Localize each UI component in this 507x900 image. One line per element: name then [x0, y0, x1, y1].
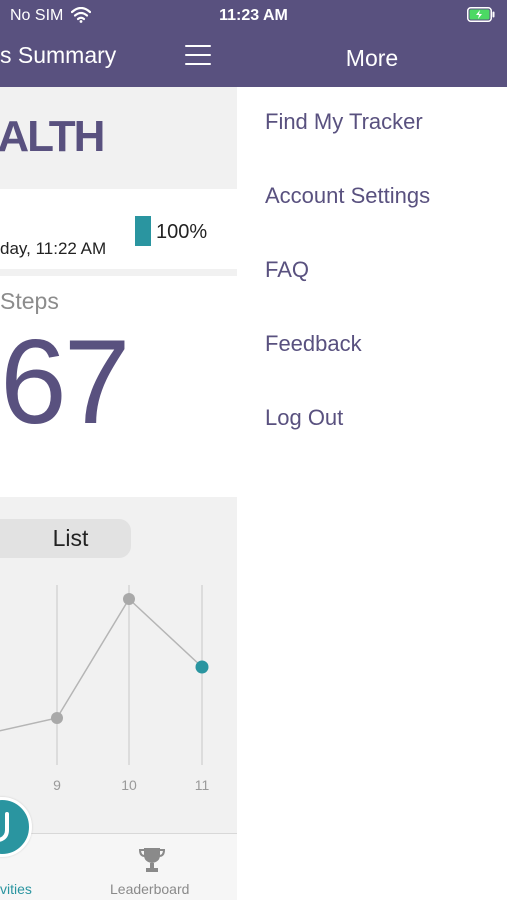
brand-logo-text: EALTH: [0, 112, 105, 161]
menu-item-account-settings[interactable]: Account Settings: [265, 183, 430, 209]
tracker-battery-percent: 100%: [156, 221, 208, 243]
trophy-icon[interactable]: [137, 845, 167, 875]
summary-screen: s Summary EALTH day, 11:22 AM 100% Steps…: [0, 0, 237, 900]
last-sync-time: day, 11:22 AM: [0, 239, 107, 258]
hamburger-menu-icon[interactable]: [185, 45, 211, 65]
chart-x-tick: 11: [195, 777, 210, 793]
list-view-button[interactable]: List: [0, 519, 131, 558]
steps-label: Steps: [0, 288, 59, 314]
status-time: 11:23 AM: [219, 7, 288, 24]
steps-value: 67: [0, 315, 130, 449]
list-button-label: List: [52, 525, 89, 551]
steps-chart: 9 10 11: [0, 585, 210, 793]
chart-x-tick: 10: [121, 777, 137, 793]
activities-tab-icon[interactable]: [0, 797, 32, 857]
chart-x-tick: 9: [53, 777, 61, 793]
menu-item-find-my-tracker[interactable]: Find My Tracker: [265, 109, 423, 135]
summary-title: s Summary: [0, 42, 117, 68]
tracker-battery-bar: [135, 216, 151, 246]
status-bar: No SIM 11:23 AM: [0, 0, 507, 30]
more-menu-title: More: [345, 45, 399, 71]
menu-item-log-out[interactable]: Log Out: [265, 405, 343, 431]
tab-activities[interactable]: vities: [0, 881, 32, 897]
tab-leaderboard[interactable]: Leaderboard: [110, 881, 189, 897]
more-menu-panel: More Find My Tracker Account Settings FA…: [237, 0, 507, 900]
battery-charging-icon: [467, 7, 495, 22]
chart-point: [51, 712, 63, 724]
chart-point: [123, 593, 135, 605]
chart-series-line: [0, 597, 203, 732]
menu-item-faq[interactable]: FAQ: [265, 257, 309, 283]
menu-item-feedback[interactable]: Feedback: [265, 331, 362, 357]
chart-point-current: [195, 660, 209, 674]
